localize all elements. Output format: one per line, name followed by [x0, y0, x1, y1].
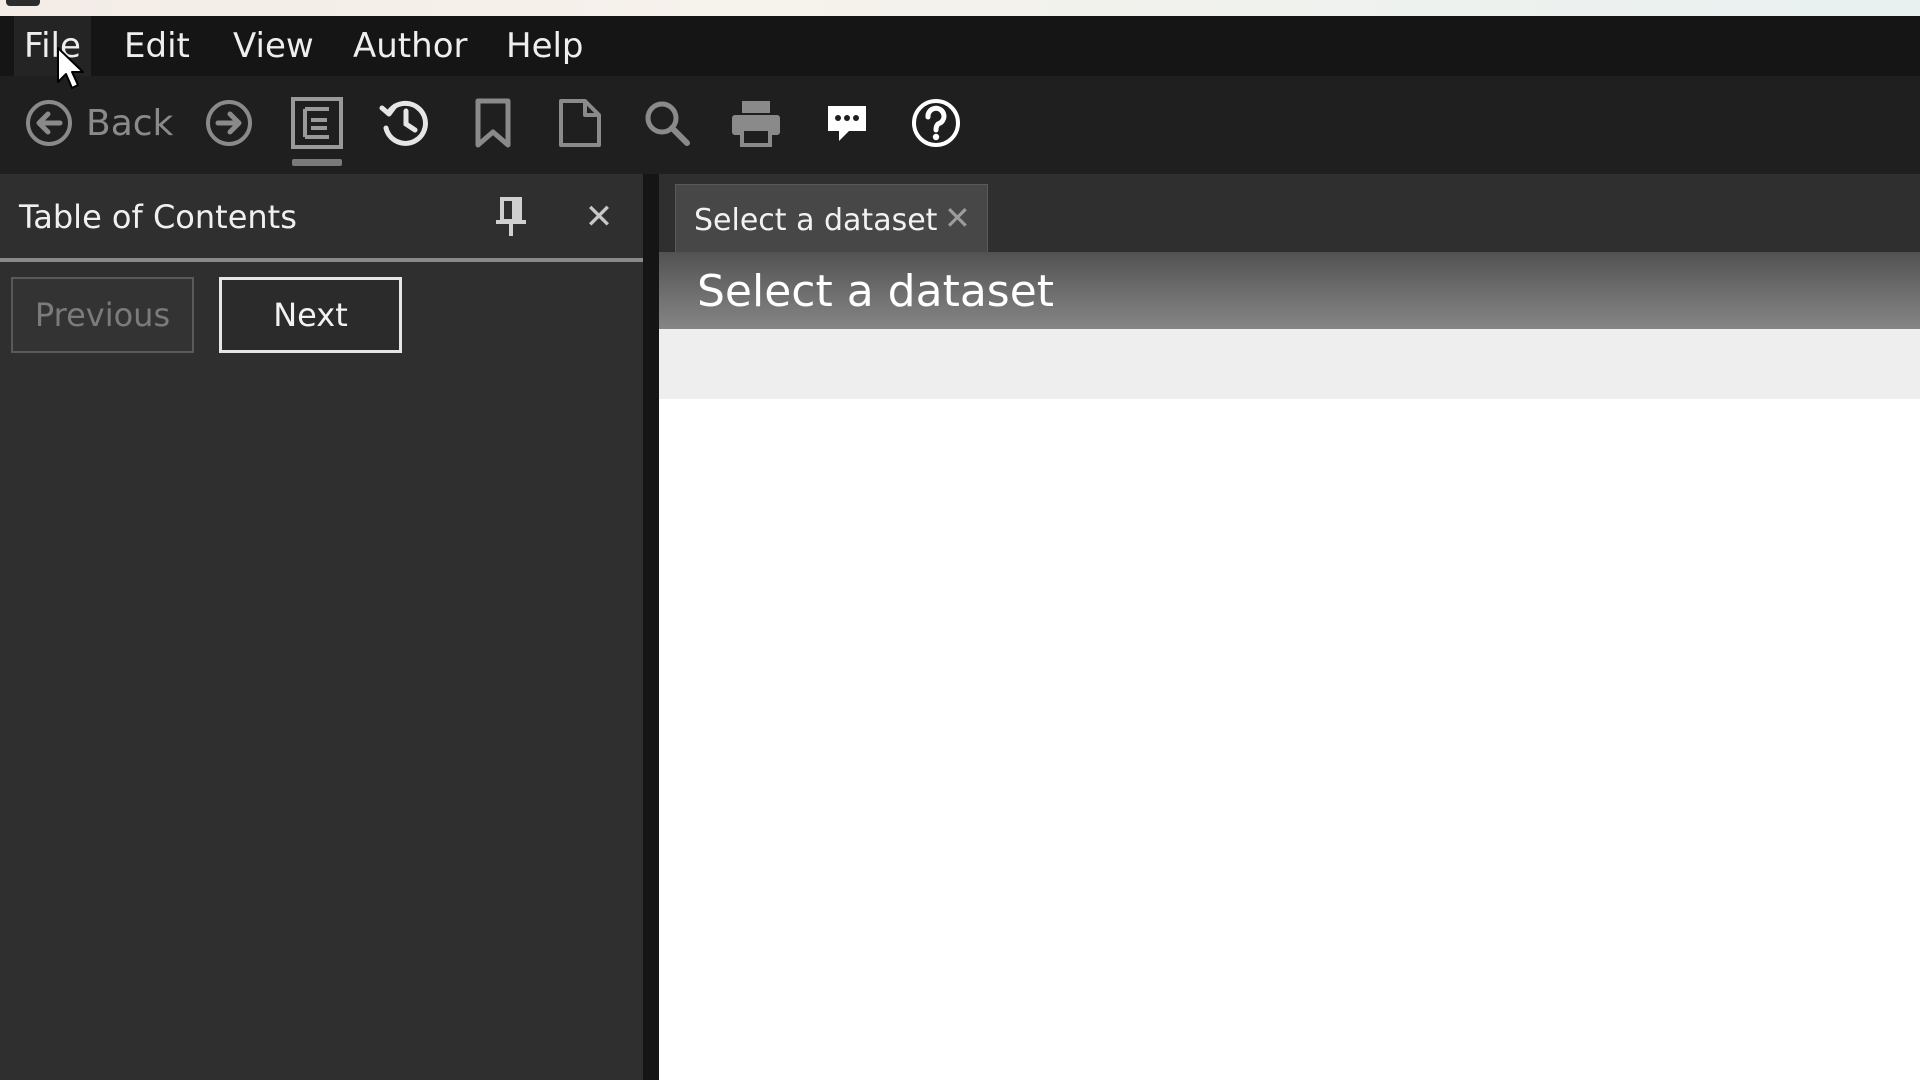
tab-close-icon[interactable]: ✕: [944, 199, 971, 237]
toc-pane: Table of Contents ✕ Previous Next: [0, 174, 643, 1080]
toc-divider: [0, 258, 643, 262]
history-button[interactable]: [377, 90, 433, 156]
menu-help[interactable]: Help: [496, 16, 594, 76]
feedback-icon: [825, 101, 869, 145]
contents-button[interactable]: [288, 90, 346, 166]
help-button[interactable]: [908, 90, 964, 156]
previous-button[interactable]: Previous: [11, 277, 194, 353]
page-button[interactable]: [555, 90, 605, 156]
document-heading: Select a dataset: [697, 266, 1055, 317]
document-pane: Select a dataset ✕ Select a dataset: [659, 174, 1920, 1080]
toc-title: Table of Contents: [19, 198, 297, 236]
tab-strip: Select a dataset ✕: [659, 174, 1920, 252]
forward-icon: [204, 98, 254, 148]
back-label: Back: [86, 102, 174, 144]
help-viewer-window: File Edit View Author Help Back Table of…: [0, 0, 1920, 1080]
forward-button[interactable]: [203, 90, 255, 156]
next-button[interactable]: Next: [219, 277, 402, 353]
tab-label: Select a dataset: [694, 203, 938, 238]
menu-view[interactable]: View: [223, 16, 324, 76]
back-button[interactable]: Back: [24, 90, 174, 156]
toc-header: Table of Contents ✕: [0, 174, 643, 262]
document-heading-bar: Select a dataset: [659, 252, 1920, 329]
document-body: [659, 399, 1920, 1080]
document-subbar: [659, 329, 1920, 399]
menu-bar: File Edit View Author Help: [0, 16, 1920, 76]
bookmark-button[interactable]: [468, 90, 518, 156]
feedback-button[interactable]: [820, 90, 874, 156]
pin-icon[interactable]: [493, 196, 529, 238]
contents-icon: [290, 96, 344, 150]
menu-author[interactable]: Author: [343, 16, 477, 76]
page-icon: [557, 98, 603, 148]
tab-select-a-dataset[interactable]: Select a dataset ✕: [675, 184, 988, 252]
pane-splitter[interactable]: [643, 174, 659, 1080]
menu-edit[interactable]: Edit: [114, 16, 200, 76]
back-icon: [24, 98, 74, 148]
window-corner: [6, 0, 40, 6]
search-icon: [643, 99, 691, 147]
bookmark-icon: [472, 98, 514, 148]
search-button[interactable]: [642, 90, 692, 156]
history-icon: [378, 96, 432, 150]
help-icon: [910, 97, 962, 149]
toolbar: Back: [0, 76, 1920, 174]
close-icon[interactable]: ✕: [580, 198, 618, 236]
print-button[interactable]: [728, 90, 784, 156]
desktop-strip: [0, 0, 1920, 16]
print-icon: [729, 98, 783, 148]
mouse-cursor-icon: [56, 46, 86, 92]
